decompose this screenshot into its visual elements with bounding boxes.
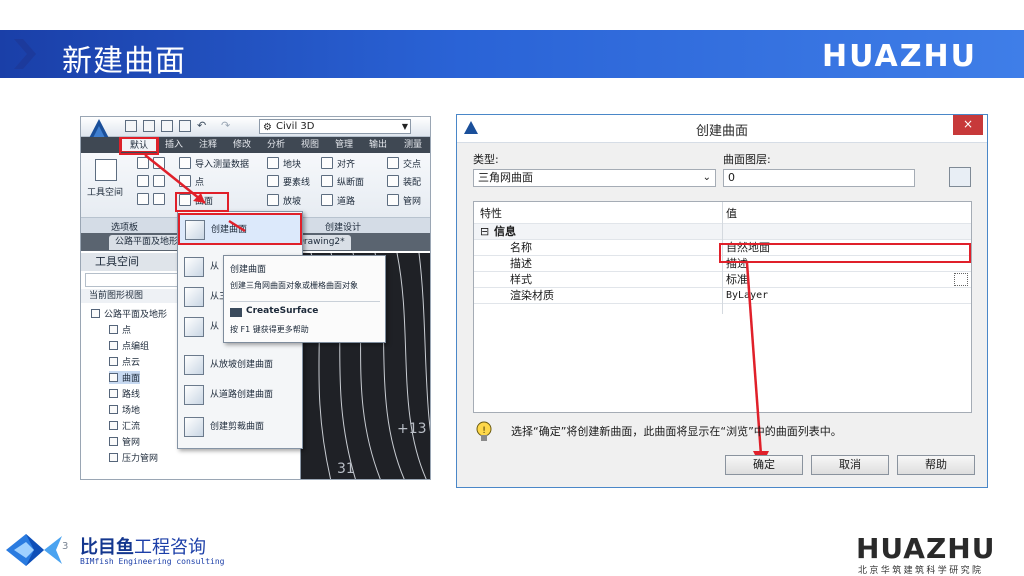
institute-name: 北京华筑建筑科学研究院	[858, 566, 984, 576]
svg-text:!: !	[482, 426, 486, 436]
bimfish-english-name: BIMfish Engineering consulting	[80, 557, 225, 566]
arrow-icon	[144, 154, 246, 233]
chevron-right-icon	[14, 39, 36, 69]
bimfish-brand: 比目鱼	[80, 537, 134, 558]
slide-title: 新建曲面	[62, 44, 186, 79]
huazhu-footer-logo: HUAZHU	[856, 532, 996, 565]
info-message: 选择“确定”将创建新曲面，此曲面将显示在“浏览”中的曲面列表中。	[511, 425, 842, 438]
help-button[interactable]: 帮助	[897, 455, 975, 475]
bimfish-company-name: 比目鱼工程咨询	[80, 533, 206, 559]
create-surface-dialog: 创建曲面 × 类型: 三角网曲面 ⌄ 曲面图层: 0 特性 值 ⊟ 信息 名称 …	[456, 114, 988, 488]
cancel-button[interactable]: 取消	[811, 455, 889, 475]
ok-button[interactable]: 确定	[725, 455, 803, 475]
bimfish-suffix: 工程咨询	[134, 537, 206, 558]
huazhu-logo: HUAZHU	[822, 39, 977, 74]
slide-header: 新建曲面 HUAZHU	[0, 30, 1024, 79]
lightbulb-icon: !	[476, 421, 492, 441]
civil3d-screenshot: ↶ ↷ ⚙ Civil 3D ▼ C3D 默认 插入 注释 修改 分析 视图 管…	[80, 116, 431, 480]
page-number: 3	[62, 541, 69, 552]
